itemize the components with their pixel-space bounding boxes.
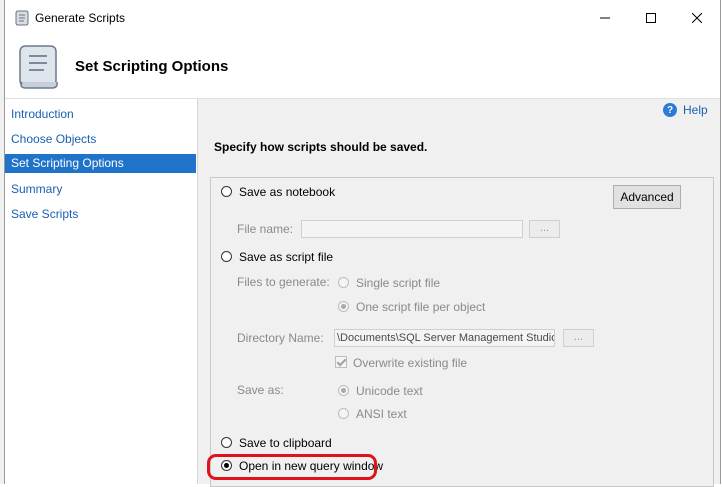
nav-item-introduction[interactable]: Introduction xyxy=(5,105,196,124)
advanced-button[interactable]: Advanced xyxy=(613,185,681,209)
file-name-browse-button[interactable]: ... xyxy=(529,220,560,238)
minimize-button[interactable] xyxy=(582,0,628,36)
ansi-text-label[interactable]: ANSI text xyxy=(356,407,407,421)
page-header: Set Scripting Options xyxy=(5,36,720,99)
save-to-clipboard-radio[interactable] xyxy=(221,437,232,448)
directory-name-label: Directory Name: xyxy=(237,331,324,345)
unicode-text-label[interactable]: Unicode text xyxy=(356,384,423,398)
open-in-new-query-window-label[interactable]: Open in new query window xyxy=(239,459,383,473)
wizard-nav: Introduction Choose Objects Set Scriptin… xyxy=(5,99,196,484)
one-file-per-object-label[interactable]: One script file per object xyxy=(356,300,485,314)
generate-scripts-window: Generate Scripts Set Scripting Options I… xyxy=(4,0,721,487)
file-name-label: File name: xyxy=(237,222,294,236)
save-as-script-file-radio[interactable] xyxy=(221,251,232,262)
files-to-generate-label: Files to generate: xyxy=(237,275,330,289)
save-as-notebook-label[interactable]: Save as notebook xyxy=(239,185,335,199)
directory-browse-button[interactable]: ... xyxy=(563,329,594,347)
scroll-icon xyxy=(15,10,29,29)
save-as-notebook-radio[interactable] xyxy=(221,186,232,197)
save-as-script-file-label[interactable]: Save as script file xyxy=(239,250,333,264)
nav-item-save-scripts[interactable]: Save Scripts xyxy=(5,205,196,224)
help-link[interactable]: ? Help xyxy=(663,103,708,117)
scroll-icon xyxy=(16,42,62,95)
directory-name-input[interactable]: \Documents\SQL Server Management Studio xyxy=(334,329,555,347)
overwrite-existing-checkbox[interactable] xyxy=(335,356,347,368)
save-options-group: Save as notebook Advanced File name: ...… xyxy=(210,177,714,487)
maximize-icon xyxy=(646,13,656,23)
close-button[interactable] xyxy=(674,0,720,36)
close-icon xyxy=(692,13,702,23)
window-title: Generate Scripts xyxy=(35,11,126,25)
save-as-label: Save as: xyxy=(237,383,284,397)
nav-item-set-scripting-options[interactable]: Set Scripting Options xyxy=(5,154,196,173)
title-bar[interactable]: Generate Scripts xyxy=(5,0,720,36)
ansi-text-radio[interactable] xyxy=(338,408,349,419)
save-to-clipboard-label[interactable]: Save to clipboard xyxy=(239,436,332,450)
help-icon: ? xyxy=(663,103,677,117)
page-title: Set Scripting Options xyxy=(75,58,229,75)
help-label: Help xyxy=(683,103,708,117)
overwrite-existing-label[interactable]: Overwrite existing file xyxy=(353,356,467,370)
instruction-text: Specify how scripts should be saved. xyxy=(214,140,428,154)
open-in-new-query-window-radio[interactable] xyxy=(221,460,232,471)
one-file-per-object-radio[interactable] xyxy=(338,301,349,312)
nav-item-summary[interactable]: Summary xyxy=(5,180,196,199)
minimize-icon xyxy=(600,17,610,19)
maximize-button[interactable] xyxy=(628,0,674,36)
unicode-text-radio[interactable] xyxy=(338,385,349,396)
nav-item-choose-objects[interactable]: Choose Objects xyxy=(5,130,196,149)
single-script-file-label[interactable]: Single script file xyxy=(356,276,440,290)
single-script-file-radio[interactable] xyxy=(338,277,349,288)
nav-splitter[interactable] xyxy=(196,99,198,484)
file-name-input[interactable] xyxy=(301,220,523,238)
